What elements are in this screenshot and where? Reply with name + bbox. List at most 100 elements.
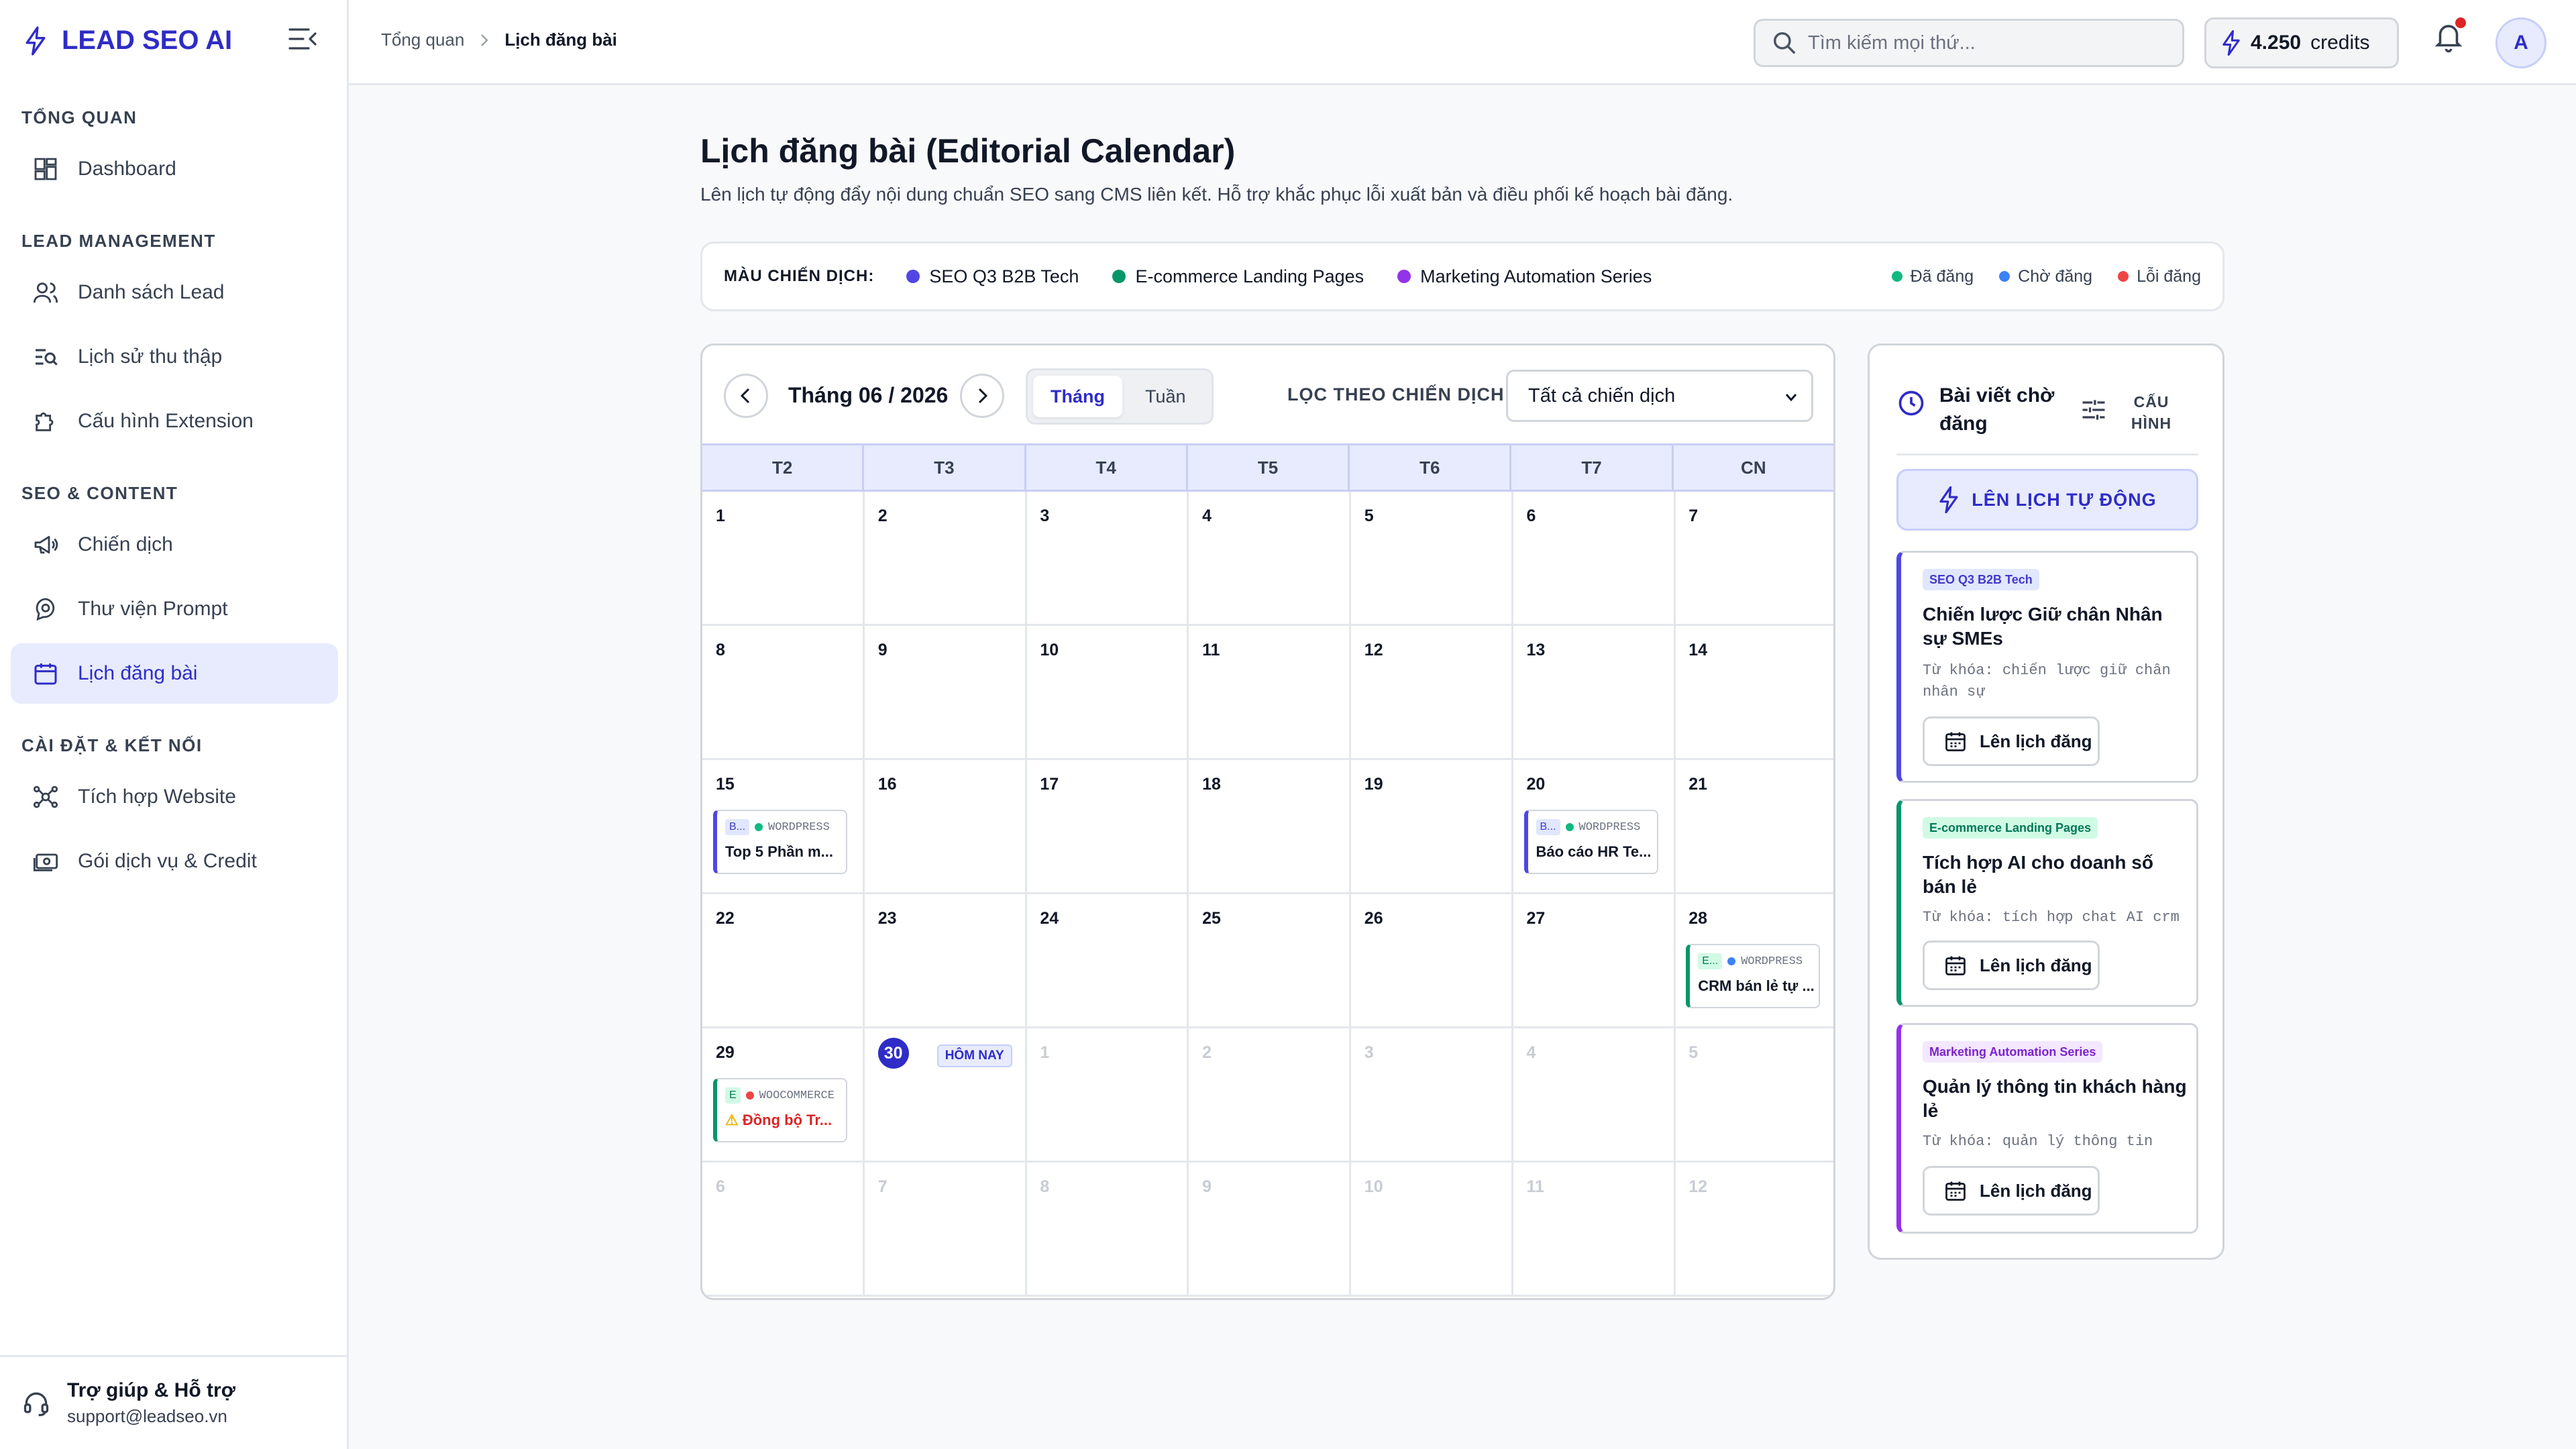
sidebar-item-collection-history[interactable]: Lịch sử thu thập [11,327,338,387]
calendar-day-cell[interactable]: 3 [1026,492,1189,626]
calendar-day-cell[interactable]: 9 [864,626,1027,760]
brand[interactable]: LEAD SEO AI [24,25,232,56]
calendar-day-cell[interactable]: 11 [1189,626,1352,760]
sidebar-item-plans-credit[interactable]: Gói dịch vụ & Credit [11,831,338,892]
calendar-day-cell[interactable]: 29 E WOOCOMMERCE ⚠ Đồng bộ Tr... [702,1028,865,1163]
calendar-day-cell[interactable]: 7 [1675,492,1833,626]
sidebar-item-dashboard[interactable]: Dashboard [11,139,338,199]
campaign-filter-select[interactable]: Tất cả chiến dịch [1506,370,1813,422]
search-input[interactable] [1808,32,2157,54]
pending-post-card[interactable]: Marketing Automation Series Quản lý thôn… [1896,1023,2198,1234]
sidebar: LEAD SEO AI TỔNG QUAN Dashboard LEAD MAN… [0,0,349,1449]
schedule-post-button[interactable]: Lên lịch đăng [1923,1166,2100,1216]
legend-status-name: Chờ đăng [2018,266,2093,286]
calendar-event[interactable]: B... WORDPRESS Top 5 Phần m... [713,810,847,874]
config-button[interactable]: CẤU HÌNH [2125,391,2178,434]
calendar-event[interactable]: E... WORDPRESS CRM bán lẻ tự ... [1686,944,1821,1008]
calendar-icon [1945,1181,1966,1201]
collapse-sidebar-icon[interactable] [288,27,318,51]
warning-icon: ⚠ [725,1112,743,1128]
avatar[interactable]: A [2496,17,2546,68]
calendar-day-cell[interactable]: 10 [1350,1163,1513,1297]
sidebar-item-campaigns[interactable]: Chiến dịch [11,515,338,575]
day-number: 18 [1202,775,1221,794]
event-status-dot [1727,957,1736,965]
auto-schedule-button[interactable]: LÊN LỊCH TỰ ĐỘNG [1896,469,2198,531]
calendar-day-cell[interactable]: 24 [1026,894,1189,1028]
calendar-day-cell[interactable]: 25 [1189,894,1352,1028]
calendar-day-cell[interactable]: 5 [1350,492,1513,626]
prev-month-button[interactable] [724,374,768,418]
calendar-day-cell[interactable]: 10 [1026,626,1189,760]
sidebar-item-lead-list[interactable]: Danh sách Lead [11,262,338,323]
credits-balance[interactable]: 4.250 credits [2204,17,2399,68]
calendar-day-cell[interactable]: 2 [1189,1028,1352,1163]
next-month-button[interactable] [960,374,1004,418]
sidebar-item-label: Chiến dịch [78,533,173,555]
calendar-day-cell[interactable]: 30 HÔM NAY [864,1028,1027,1163]
sidebar-item-extension-config[interactable]: Cấu hình Extension [11,391,338,451]
calendar-day-cell[interactable]: 20 B... WORDPRESS Báo cáo HR Te... [1513,760,1676,894]
calendar-day-cell[interactable]: 22 [702,894,865,1028]
sidebar-item-website-integration[interactable]: Tích hợp Website [11,767,338,827]
calendar-day-cell[interactable]: 16 [864,760,1027,894]
pending-post-card[interactable]: SEO Q3 B2B Tech Chiến lược Giữ chân Nhân… [1896,551,2198,783]
breadcrumb-home[interactable]: Tổng quan [381,30,464,50]
calendar-day-cell[interactable]: 4 [1513,1028,1676,1163]
calendar-day-cell[interactable]: 8 [702,626,865,760]
calendar-day-cell[interactable]: 19 [1350,760,1513,894]
legend-campaign: E-commerce Landing Pages [1112,266,1364,287]
calendar-day-cell[interactable]: 26 [1350,894,1513,1028]
calendar-day-cell[interactable]: 3 [1350,1028,1513,1163]
global-search[interactable] [1754,19,2184,67]
calendar-day-cell[interactable]: 12 [1675,1163,1833,1297]
calendar-day-cell[interactable]: 11 [1513,1163,1676,1297]
schedule-post-button[interactable]: Lên lịch đăng [1923,716,2100,766]
calendar-day-cell[interactable]: 15 B... WORDPRESS Top 5 Phần m... [702,760,865,894]
calendar-day-cell[interactable]: 7 [864,1163,1027,1297]
calendar-day-cell[interactable]: 17 [1026,760,1189,894]
sidebar-item-prompt-library[interactable]: Thư viện Prompt [11,579,338,639]
calendar-day-cell[interactable]: 8 [1026,1163,1189,1297]
weekday-label: T4 [1026,445,1188,490]
event-status-dot [745,1091,754,1099]
calendar-day-cell[interactable]: 6 [1513,492,1676,626]
view-week-tab[interactable]: Tuần [1128,376,1203,417]
calendar-day-cell[interactable]: 28 E... WORDPRESS CRM bán lẻ tự ... [1675,894,1833,1028]
calendar-day-cell[interactable]: 18 [1189,760,1352,894]
sliders-icon[interactable] [2079,395,2108,425]
calendar-day-cell[interactable]: 6 [702,1163,865,1297]
day-number: 25 [1202,909,1221,928]
calendar-day-cell[interactable]: 9 [1189,1163,1352,1297]
calendar-day-cell[interactable]: 27 [1513,894,1676,1028]
event-platform: WORDPRESS [1578,820,1641,834]
pending-post-title: Quản lý thông tin khách hàng lẻ [1923,1076,2187,1121]
calendar-day-cell[interactable]: 1 [702,492,865,626]
campaign-tag: E-commerce Landing Pages [1923,817,2098,839]
event-platform: WORDPRESS [1741,955,1803,968]
pending-post-card[interactable]: E-commerce Landing Pages Tích hợp AI cho… [1896,799,2198,1007]
calendar-event[interactable]: B... WORDPRESS Báo cáo HR Te... [1523,810,1658,874]
pending-panel-header: Bài viết chờ đăng CẤU HÌNH [1896,375,2198,455]
notifications-button[interactable] [2434,17,2466,54]
legend-campaign: SEO Q3 B2B Tech [906,266,1079,287]
calendar-day-cell[interactable]: 4 [1189,492,1352,626]
calendar-day-cell[interactable]: 5 [1675,1028,1833,1163]
help-support[interactable]: Trợ giúp & Hỗ trợ support@leadseo.vn [0,1355,349,1449]
calendar-day-cell[interactable]: 21 [1675,760,1833,894]
calendar-day-cell[interactable]: 13 [1513,626,1676,760]
calendar-day-cell[interactable]: 2 [864,492,1027,626]
sidebar-item-label: Lịch đăng bài [78,662,198,684]
calendar-day-cell[interactable]: 14 [1675,626,1833,760]
view-month-tab[interactable]: Tháng [1033,376,1122,417]
calendar-day-cell[interactable]: 1 [1026,1028,1189,1163]
chevron-left-icon [740,388,750,404]
pending-post-title: Chiến lược Giữ chân Nhân sự SMEs [1923,604,2163,649]
sidebar-item-editorial-calendar[interactable]: Lịch đăng bài [11,643,338,704]
calendar-day-cell[interactable]: 12 [1350,626,1513,760]
calendar-day-cell[interactable]: 23 [864,894,1027,1028]
schedule-post-button[interactable]: Lên lịch đăng [1923,941,2100,990]
weekday-label: T3 [864,445,1026,490]
calendar-event[interactable]: E WOOCOMMERCE ⚠ Đồng bộ Tr... [713,1078,847,1142]
event-title: CRM bán lẻ tự ... [1698,977,1815,994]
